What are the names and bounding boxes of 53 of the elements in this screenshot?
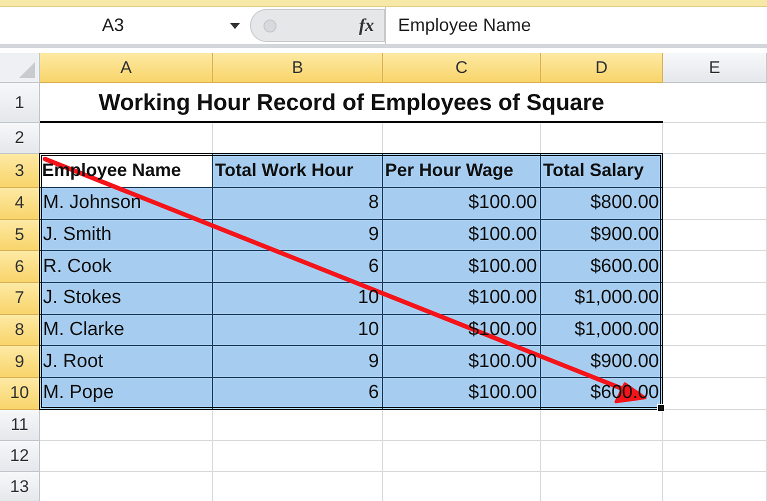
title-cell: Working Hour Record of Employees of Square [40, 83, 663, 123]
table-cell: R. Cook [40, 251, 213, 284]
column-header[interactable]: E [663, 53, 767, 83]
row-header[interactable]: 10 [0, 378, 40, 410]
table-cell: J. Smith [40, 220, 213, 252]
column-header[interactable]: D [541, 53, 663, 83]
row-header[interactable]: 2 [0, 123, 40, 154]
column-header[interactable]: C [383, 53, 541, 83]
table-cell: M. Johnson [40, 188, 213, 220]
header-cell: Per Hour Wage [383, 154, 541, 188]
table-cell: 10 [213, 283, 383, 315]
fill-handle[interactable] [657, 404, 665, 412]
table-cell: $100.00 [383, 378, 541, 410]
table-cell: $100.00 [383, 283, 541, 315]
row-header[interactable]: 3 [0, 154, 40, 188]
table-cell: $1,000.00 [541, 314, 663, 346]
table-cell: $600.00 [541, 251, 663, 284]
table-cell: $100.00 [383, 188, 541, 220]
row-header[interactable]: 12 [0, 440, 40, 472]
row-header[interactable]: 4 [0, 188, 40, 220]
header-cell: Total Work Hour [213, 154, 383, 188]
row-header[interactable]: 13 [0, 472, 40, 501]
row-header[interactable]: 1 [0, 83, 40, 123]
table-cell: 9 [213, 220, 383, 252]
table-cell: $900.00 [541, 346, 663, 378]
table-cell: 6 [213, 251, 383, 284]
insert-function-button[interactable]: fx [359, 15, 374, 36]
table-cell: $100.00 [383, 220, 541, 252]
triangle-icon [19, 62, 35, 78]
table-cell: M. Clarke [40, 314, 213, 346]
row-header[interactable]: 7 [0, 283, 40, 315]
table-cell: M. Pope [40, 378, 213, 410]
table-cell: $100.00 [383, 346, 541, 378]
table-cell: J. Stokes [40, 283, 213, 315]
table-cell: $100.00 [383, 251, 541, 284]
row-header[interactable]: 8 [0, 314, 40, 346]
column-header[interactable]: B [213, 53, 383, 83]
table-cell: 9 [213, 346, 383, 378]
table-cell: $900.00 [541, 220, 663, 252]
dropdown-arrow-icon[interactable] [230, 22, 240, 28]
table-cell: 8 [213, 188, 383, 220]
row-header[interactable]: 9 [0, 346, 40, 378]
table-cell: $1,000.00 [541, 283, 663, 315]
row-header[interactable]: 6 [0, 251, 40, 284]
table-cell: 6 [213, 378, 383, 410]
row-header[interactable]: 11 [0, 410, 40, 441]
table-cell: 10 [213, 314, 383, 346]
row-header[interactable]: 5 [0, 220, 40, 252]
column-header[interactable]: A [40, 53, 213, 83]
table-cell: $800.00 [541, 188, 663, 220]
table-cell: J. Root [40, 346, 213, 378]
resize-handle-icon[interactable] [263, 18, 277, 32]
header-cell: Total Salary [541, 154, 663, 188]
